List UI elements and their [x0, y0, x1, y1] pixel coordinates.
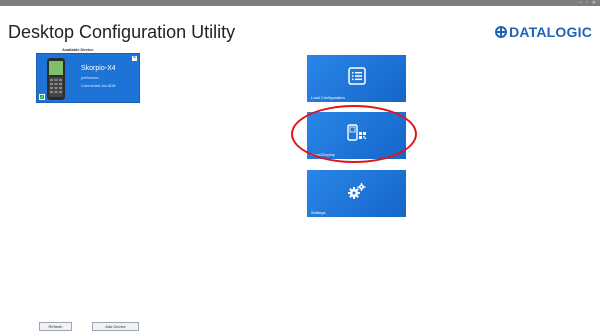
- refresh-button[interactable]: Refresh: [39, 322, 72, 331]
- device-connection-status: Connected via ADB: [81, 83, 116, 88]
- device-name: Skorpio-X4: [81, 65, 116, 72]
- device-close-icon[interactable]: ×: [132, 56, 137, 61]
- window-titlebar: – ▫ ✕: [0, 0, 600, 6]
- list-icon: [347, 67, 366, 85]
- close-window-button[interactable]: ✕: [592, 0, 596, 6]
- scan2deploy-tile[interactable]: Scan2Deploy: [307, 112, 406, 159]
- scanner-barcode-icon: [346, 124, 366, 141]
- handheld-device-image: [47, 58, 65, 100]
- scan2deploy-label: Scan2Deploy: [311, 152, 335, 157]
- load-configuration-label: Load Configuration: [311, 95, 345, 100]
- device-selected-check-icon[interactable]: ✓: [39, 94, 45, 101]
- available-device-caption: Available Device: [62, 47, 94, 52]
- settings-label: Settings: [311, 210, 326, 215]
- gears-icon: [347, 183, 365, 199]
- device-card[interactable]: Skorpio-X4 prkfctraxe Connected via ADB …: [36, 53, 140, 103]
- datalogic-logo-icon: [495, 26, 508, 38]
- logo-text: DATALOGIC: [509, 24, 592, 40]
- add-device-button[interactable]: Add Device: [92, 322, 139, 331]
- device-serial: prkfctraxe: [81, 75, 99, 80]
- app-title: Desktop Configuration Utility: [8, 22, 236, 42]
- window-controls: – ▫ ✕: [579, 0, 596, 6]
- settings-tile[interactable]: Settings: [307, 170, 406, 217]
- datalogic-logo: DATALOGIC: [495, 24, 592, 40]
- maximize-button[interactable]: ▫: [586, 0, 588, 6]
- load-configuration-tile[interactable]: Load Configuration: [307, 55, 406, 102]
- minimize-button[interactable]: –: [579, 0, 582, 6]
